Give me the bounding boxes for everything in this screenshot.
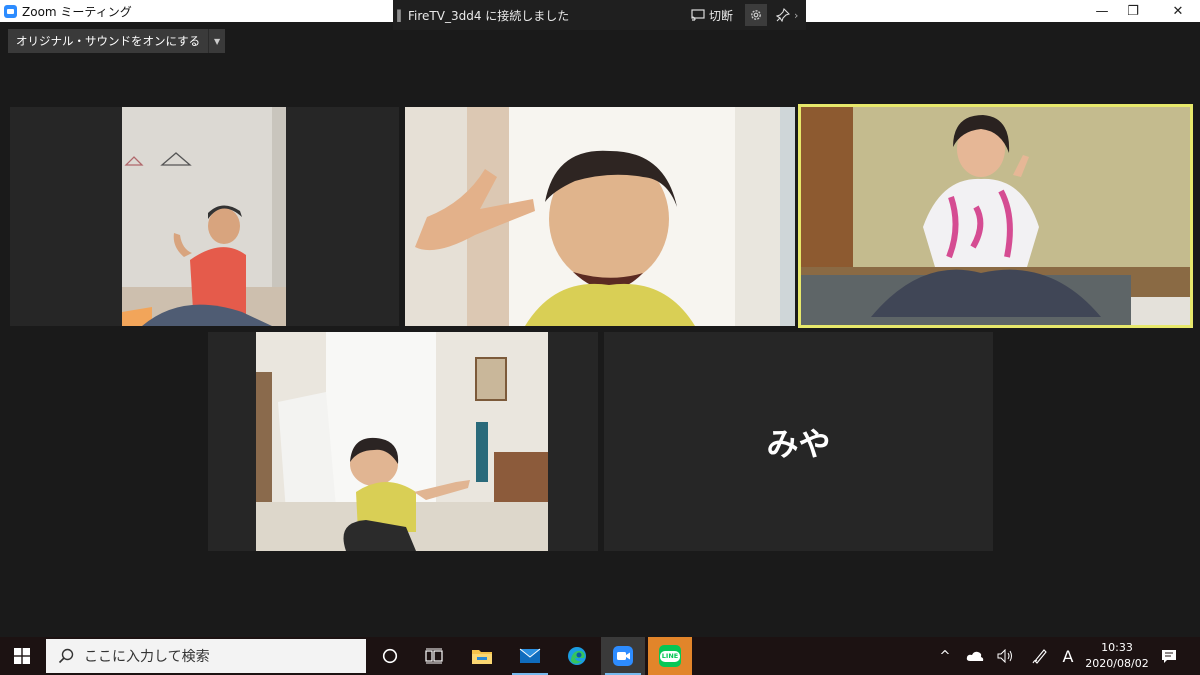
chevron-down-icon[interactable]: ▼ — [208, 29, 225, 53]
onedrive-icon — [966, 651, 984, 661]
participant-tile-2[interactable] — [405, 107, 795, 326]
line-icon: LINE — [659, 645, 681, 667]
taskbar: ここに入力して検索 LINE ^ A 10:33 2020/08/02 — [0, 637, 1200, 675]
drag-handle-icon[interactable]: ‖ — [396, 8, 402, 22]
ime-icon[interactable]: A — [1058, 637, 1078, 675]
line-label: LINE — [659, 650, 681, 662]
volume-button[interactable] — [993, 637, 1019, 675]
zoom-icon — [613, 646, 633, 666]
task-view-icon — [425, 648, 443, 664]
mail-button[interactable] — [508, 637, 552, 675]
search-placeholder: ここに入力して検索 — [84, 649, 210, 665]
participant-name: みや — [766, 424, 831, 463]
disconnect-label: 切断 — [709, 8, 734, 23]
volume-icon — [997, 649, 1012, 663]
pen-button[interactable] — [1027, 637, 1053, 675]
pen-icon — [1032, 649, 1047, 664]
cortana-button[interactable] — [368, 637, 412, 675]
original-sound-label: オリジナル・サウンドをオンにする — [16, 34, 201, 48]
file-explorer-icon — [472, 650, 492, 664]
clock-time: 10:33 — [1101, 641, 1133, 654]
chevron-up-icon[interactable]: ^ — [934, 637, 956, 675]
disconnect-button[interactable]: 切断 — [691, 0, 733, 30]
start-button[interactable] — [0, 637, 44, 675]
cast-settings-button[interactable] — [745, 4, 767, 26]
close-button[interactable]: ✕ — [1156, 0, 1200, 22]
notification-button[interactable] — [1156, 637, 1182, 675]
participant-video-1 — [122, 107, 286, 326]
participant-tile-1[interactable] — [10, 107, 399, 326]
windows-logo-icon — [14, 648, 30, 664]
pin-icon — [776, 8, 790, 22]
cast-bar: ‖ FireTV_3dd4 に接続しました 切断 › — [393, 0, 806, 30]
edge-button[interactable] — [555, 637, 599, 675]
restore-button[interactable]: ❐ — [1111, 0, 1155, 22]
participant-tile-3[interactable] — [798, 104, 1193, 328]
file-explorer-button[interactable] — [460, 637, 504, 675]
participant-tile-5[interactable]: みや — [604, 332, 993, 551]
task-view-button[interactable] — [412, 637, 456, 675]
line-button[interactable]: LINE — [648, 637, 692, 675]
clock-date: 2020/08/02 — [1085, 657, 1149, 670]
participant-video-4 — [256, 332, 548, 551]
taskbar-search[interactable]: ここに入力して検索 — [46, 639, 366, 673]
taskbar-clock[interactable]: 10:33 2020/08/02 — [1080, 640, 1154, 672]
participant-video-4-scene — [256, 332, 548, 551]
original-sound-button[interactable]: オリジナル・サウンドをオンにする ▼ — [8, 29, 226, 53]
notification-icon — [1162, 649, 1176, 663]
edge-icon — [568, 647, 586, 665]
zoom-logo-icon — [4, 4, 17, 18]
search-icon — [58, 648, 74, 664]
cortana-icon — [382, 648, 398, 664]
cast-more-button[interactable]: › — [794, 0, 798, 30]
onedrive-button[interactable] — [962, 637, 988, 675]
participant-video-1-scene — [122, 107, 286, 326]
mail-icon — [519, 648, 541, 663]
participant-video-2 — [405, 107, 795, 326]
app-title: Zoom ミーティング — [4, 0, 132, 22]
participant-video-3 — [801, 107, 1190, 325]
participant-tile-4[interactable] — [208, 332, 598, 551]
cast-status-text: FireTV_3dd4 に接続しました — [408, 8, 570, 23]
app-title-text: Zoom ミーティング — [22, 4, 132, 19]
zoom-button[interactable] — [601, 637, 645, 675]
participant-video-2-scene — [405, 107, 795, 326]
gear-icon — [751, 10, 761, 20]
participant-video-3-scene — [801, 107, 1190, 325]
cast-icon — [691, 9, 705, 21]
cast-status: ‖ FireTV_3dd4 に接続しました — [396, 0, 569, 30]
pin-button[interactable] — [773, 4, 793, 26]
